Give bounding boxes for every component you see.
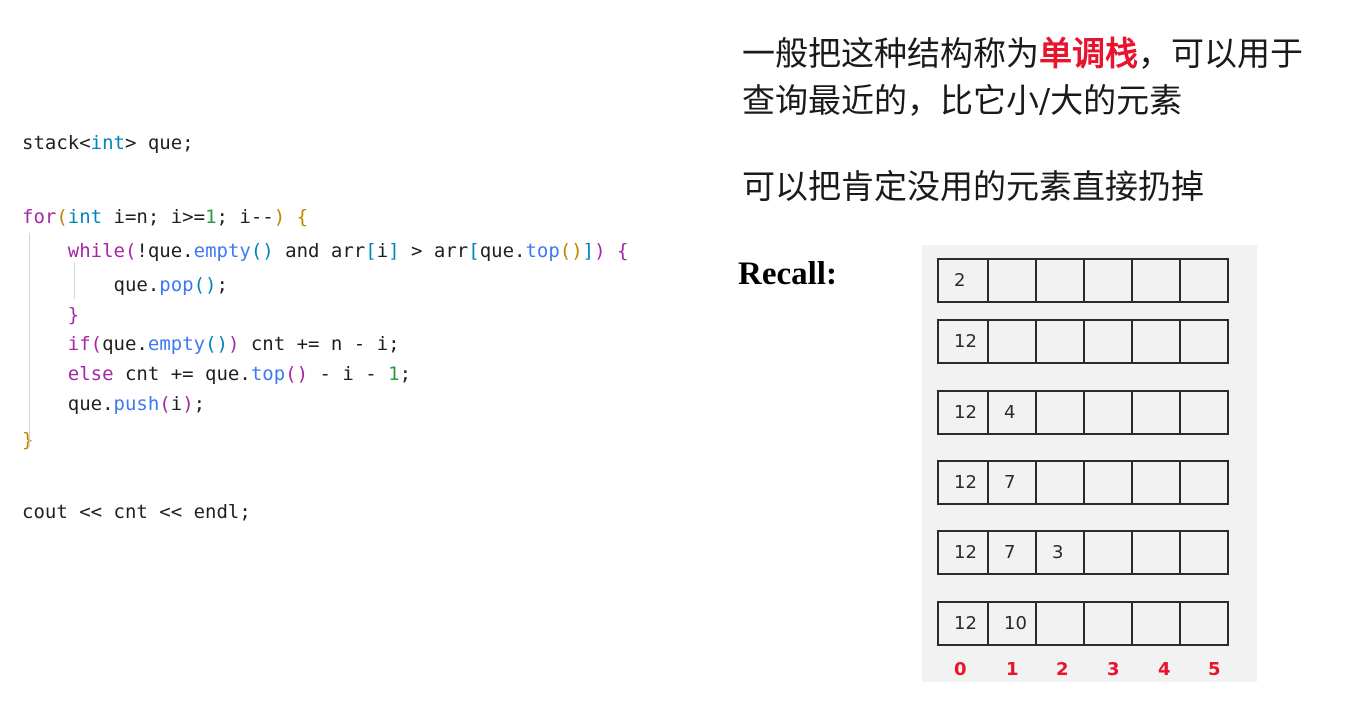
code-line: while(!que.empty() and arr[i] > arr[que.… xyxy=(67,240,629,262)
stack-diagram: 2 12 12 4 12 7 12 7 3 12 10 0 1 2 3 4 5 xyxy=(922,245,1257,682)
stack-cell xyxy=(1035,601,1085,646)
stack-cell xyxy=(1131,390,1181,435)
stack-cell xyxy=(1179,258,1229,303)
code-line: } xyxy=(22,429,34,451)
index-label: 3 xyxy=(1107,659,1120,680)
stack-cell: 4 xyxy=(987,390,1037,435)
stack-cell xyxy=(987,319,1037,364)
code-line: } xyxy=(67,304,80,326)
stack-cell xyxy=(1083,530,1133,575)
stack-row: 12 xyxy=(937,319,1229,364)
stack-cell xyxy=(1035,460,1085,505)
stack-cell: 3 xyxy=(1035,530,1085,575)
stack-row: 12 7 3 xyxy=(937,530,1229,575)
stack-cell: 12 xyxy=(937,460,989,505)
index-label: 2 xyxy=(1056,659,1069,680)
code-line: else cnt += que.top() - i - 1; xyxy=(67,363,412,385)
stack-row: 12 7 xyxy=(937,460,1229,505)
stack-cell xyxy=(1035,258,1085,303)
stack-cell xyxy=(1179,319,1229,364)
stack-cell xyxy=(1131,601,1181,646)
stack-cell xyxy=(1131,258,1181,303)
stack-row: 2 xyxy=(937,258,1229,303)
indent-guide xyxy=(74,263,75,299)
stack-cell xyxy=(1083,258,1133,303)
stack-cell: 10 xyxy=(987,601,1037,646)
stack-cell xyxy=(1179,460,1229,505)
recall-label: Recall: xyxy=(738,256,837,292)
indent-guide xyxy=(29,233,30,447)
code-line: if(que.empty()) cnt += n - i; xyxy=(67,333,400,355)
index-label: 4 xyxy=(1158,659,1171,680)
stack-cell: 12 xyxy=(937,530,989,575)
stack-cell: 7 xyxy=(987,460,1037,505)
stack-row: 12 4 xyxy=(937,390,1229,435)
note-line-3: 可以把肯定没用的元素直接扔掉 xyxy=(742,167,1204,206)
stack-cell xyxy=(1083,319,1133,364)
stack-cell xyxy=(1083,601,1133,646)
code-line: que.pop(); xyxy=(22,274,228,296)
index-label: 1 xyxy=(1006,659,1019,680)
stack-cell: 12 xyxy=(937,319,989,364)
stack-cell: 12 xyxy=(937,390,989,435)
stack-cell xyxy=(1131,319,1181,364)
code-block: stack<int> que; for(int i=n; i>=1; i--) … xyxy=(22,131,628,571)
stack-cell xyxy=(1131,460,1181,505)
stack-cell xyxy=(1179,390,1229,435)
stack-cell xyxy=(1179,530,1229,575)
stack-row: 12 10 xyxy=(937,601,1229,646)
highlight-term: 单调栈 xyxy=(1039,34,1138,73)
index-label: 0 xyxy=(954,659,967,680)
index-label: 5 xyxy=(1208,659,1221,680)
stack-cell xyxy=(987,258,1037,303)
stack-cell: 7 xyxy=(987,530,1037,575)
stack-cell xyxy=(1083,390,1133,435)
note-line-2: 查询最近的，比它小/大的元素 xyxy=(742,81,1183,120)
code-line: que.push(i); xyxy=(22,393,206,415)
stack-cell: 2 xyxy=(937,258,989,303)
stack-cell xyxy=(1131,530,1181,575)
stack-cell xyxy=(1083,460,1133,505)
code-line: stack<int> que; xyxy=(22,132,194,154)
stack-cell: 12 xyxy=(937,601,989,646)
code-line: cout << cnt << endl; xyxy=(22,501,251,523)
stack-cell xyxy=(1179,601,1229,646)
stack-cell xyxy=(1035,319,1085,364)
code-line: for(int i=n; i>=1; i--) { xyxy=(22,206,309,228)
note-line-1: 一般把这种结构称为单调栈，可以用于 xyxy=(742,34,1303,73)
stack-cell xyxy=(1035,390,1085,435)
